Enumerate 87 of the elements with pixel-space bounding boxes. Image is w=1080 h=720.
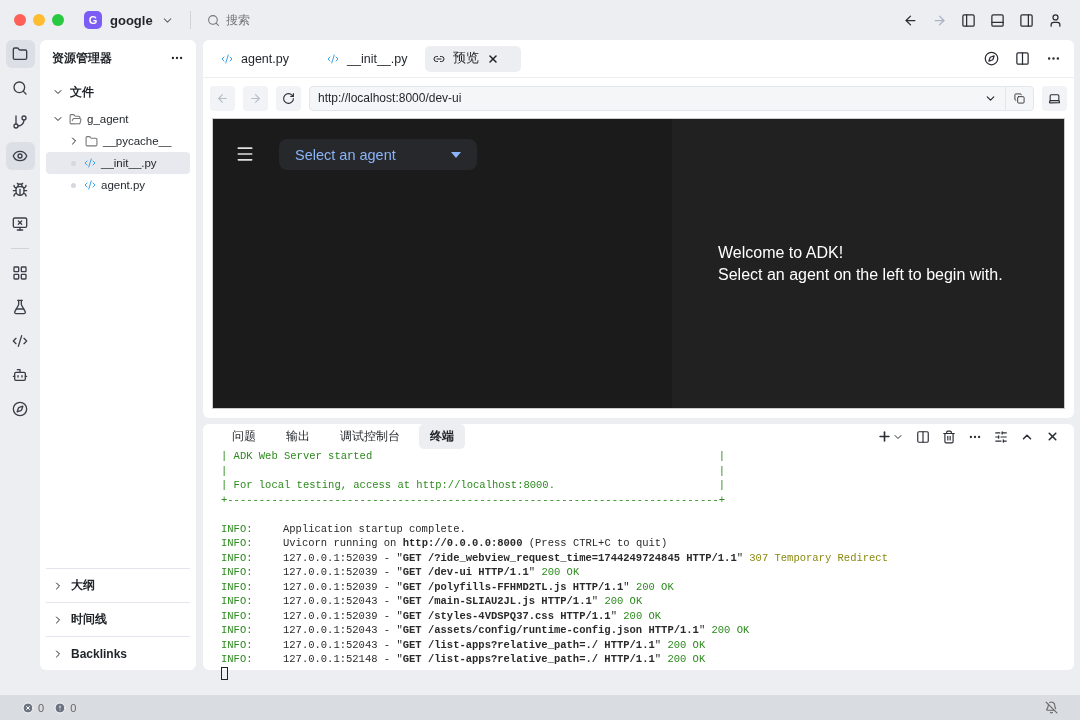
code-file-icon xyxy=(327,52,339,65)
bullet-dot xyxy=(71,182,76,188)
welcome-text: Select an agent on the left to begin with. xyxy=(718,264,1003,285)
tree-item[interactable]: g_agent xyxy=(46,108,190,130)
terminal-line: INFO: 127.0.0.1:52148 - "GET /list-apps?relative_path=./ HTTP/1.1" 200 OK xyxy=(221,652,707,667)
right-panel-icon[interactable] xyxy=(1019,12,1034,28)
folder-icon xyxy=(69,112,82,126)
notifications-off-icon[interactable] xyxy=(1045,701,1058,714)
tree-item[interactable]: agent.py xyxy=(46,174,190,196)
search-icon xyxy=(12,80,28,96)
activity-button[interactable] xyxy=(5,142,35,170)
explorer-icon xyxy=(12,46,28,62)
terminal-line: INFO: 127.0.0.1:52039 - "GET /styles-4VDSPQ37.css HTTP/1.1" 200 OK xyxy=(221,608,663,623)
warning-icon xyxy=(54,701,67,714)
activity-button[interactable] xyxy=(5,40,35,68)
flask-icon xyxy=(12,299,28,315)
tree-item[interactable]: __init__.py xyxy=(46,152,190,174)
compass-icon xyxy=(12,401,28,417)
grid-icon xyxy=(12,265,28,281)
terminal-line: INFO: 127.0.0.1:52043 - "GET /list-apps?relative_path=./ HTTP/1.1" 200 OK xyxy=(221,637,707,652)
error-count[interactable]: 0 xyxy=(38,701,45,714)
panel-tab[interactable]: 输出 xyxy=(275,424,321,449)
terminal-line: INFO: 127.0.0.1:52043 - "GET /main-SLIAU2JL.js HTTP/1.1" 200 OK xyxy=(221,594,644,609)
panel-tab[interactable]: 终端 xyxy=(419,424,465,449)
caret-icon xyxy=(451,151,461,158)
reload-button[interactable] xyxy=(276,85,301,111)
terminal-line: INFO: 127.0.0.1:52039 - "GET /polyfills-FFHMD2TL.js HTTP/1.1" 200 OK xyxy=(221,579,675,594)
close-icon[interactable] xyxy=(1046,430,1059,443)
split-editor-icon[interactable] xyxy=(1015,51,1030,66)
code-file-icon xyxy=(221,52,233,65)
reload-icon xyxy=(282,91,295,105)
forward-arrow-icon xyxy=(249,91,262,105)
terminal-line: INFO: 127.0.0.1:52043 - "GET /assets/config/runtime-config.json HTTP/1.1" 200 OK xyxy=(221,623,751,638)
terminal-line: | ADK Web Server started | xyxy=(221,449,727,464)
agent-select[interactable]: Select an agent xyxy=(279,139,477,170)
terminal-line: | | xyxy=(221,463,727,478)
url-field[interactable]: http://localhost:8000/dev-ui xyxy=(309,85,1034,111)
warning-count[interactable]: 0 xyxy=(70,701,77,714)
tree-item[interactable]: __pycache__ xyxy=(46,130,190,152)
left-panel-icon[interactable] xyxy=(961,12,976,28)
panel-tab[interactable]: 调试控制台 xyxy=(329,424,411,449)
branch-icon xyxy=(12,114,28,130)
search-field[interactable]: 搜索 xyxy=(206,11,250,29)
remote-monitor-icon xyxy=(12,216,28,232)
user-icon[interactable] xyxy=(1048,12,1063,28)
code-file-icon xyxy=(84,157,96,169)
sidebar-title: 资源管理器 xyxy=(52,49,112,67)
terminal-cursor xyxy=(221,666,228,680)
terminal-line: INFO: Uvicorn running on http://0.0.0.0:8000 (Press CTRL+C to quit) xyxy=(221,536,669,551)
bottom-panel-icon[interactable] xyxy=(990,12,1005,28)
compass-icon[interactable] xyxy=(984,51,999,66)
menu-icon[interactable] xyxy=(235,144,255,164)
trash-icon[interactable] xyxy=(942,429,956,444)
terminal-line: INFO: 127.0.0.1:52039 - "GET /dev-ui HTTP/1.1" 200 OK xyxy=(221,565,581,580)
back-arrow-icon xyxy=(216,91,229,105)
editor-tab[interactable]: __init__.py xyxy=(319,45,416,72)
folder-icon xyxy=(85,134,98,148)
workspace-badge: G xyxy=(84,11,102,29)
section-header[interactable]: Backlinks xyxy=(46,636,190,670)
code-icon xyxy=(12,333,28,349)
eye-icon xyxy=(12,148,28,164)
bug-icon xyxy=(12,182,28,198)
terminal-line: | For local testing, access at http://localhost:8000. | xyxy=(221,478,727,493)
split-terminal-icon[interactable] xyxy=(916,429,930,444)
editor-tab[interactable]: agent.py xyxy=(213,45,309,72)
panel-tab[interactable]: 问题 xyxy=(221,424,267,449)
plus-icon[interactable] xyxy=(877,429,892,444)
robot-icon xyxy=(12,367,28,383)
section-header[interactable]: 时间线 xyxy=(46,602,190,636)
terminal-line: +------------------------------------------------------------------------------+ xyxy=(221,492,727,507)
back-arrow-icon[interactable] xyxy=(903,12,918,28)
sliders-icon[interactable] xyxy=(994,429,1008,444)
laptop-icon xyxy=(1048,91,1061,105)
files-section-header[interactable]: 文件 xyxy=(46,76,190,108)
close-light[interactable] xyxy=(14,14,26,26)
copy-icon xyxy=(1014,92,1025,104)
code-file-icon xyxy=(84,179,96,191)
section-header[interactable]: 大纲 xyxy=(46,568,190,602)
error-icon xyxy=(22,701,34,714)
close-icon[interactable] xyxy=(487,52,500,65)
editor-tab[interactable]: 预览 xyxy=(425,45,522,72)
device-button[interactable] xyxy=(1042,85,1067,111)
search-icon xyxy=(206,13,220,27)
welcome-text: Welcome to ADK! xyxy=(718,242,845,263)
workspace-name[interactable]: google xyxy=(110,12,153,28)
terminal-line: INFO: 127.0.0.1:52039 - "GET /?ide_webview_request_time=1744249724845 HTTP/1.1" 307 Temporary Redirect xyxy=(221,550,889,565)
terminal-line: INFO: Application startup complete. xyxy=(221,521,467,536)
